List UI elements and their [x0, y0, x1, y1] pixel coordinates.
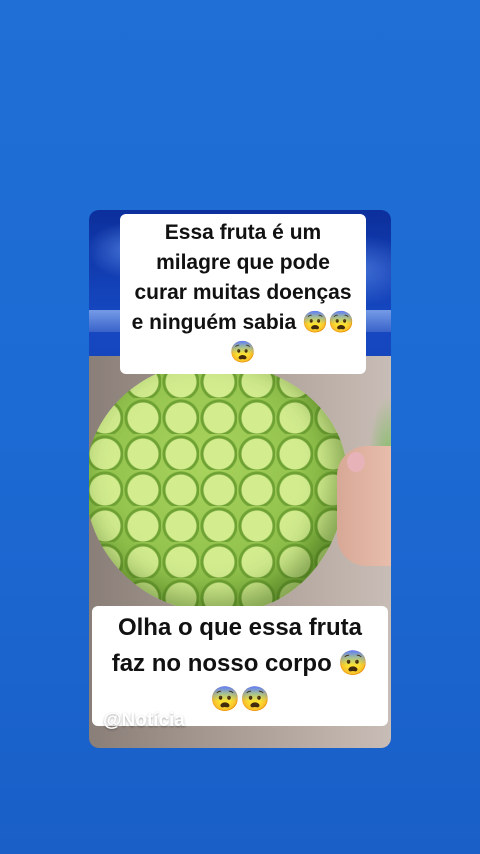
caption-bottom-line-2: faz no nosso corpo 😨	[111, 650, 369, 677]
caption-top-line-5: 😨	[229, 341, 257, 364]
channel-watermark: @Notícia	[103, 710, 185, 731]
caption-bottom: Olha o que essa fruta faz no nosso corpo…	[92, 606, 388, 726]
caption-bottom-line-1: Olha o que essa fruta	[117, 614, 363, 641]
custard-apple-image	[89, 362, 347, 612]
fingernail-image	[347, 452, 365, 472]
caption-top-line-3: curar muitas doenças	[134, 281, 352, 304]
caption-top-line-4: e ninguém sabia 😨😨	[131, 311, 355, 334]
caption-top-line-2: milagre que pode	[156, 251, 330, 274]
caption-top-line-1: Essa fruta é um	[164, 221, 322, 244]
caption-top: Essa fruta é um milagre que pode curar m…	[120, 214, 366, 374]
